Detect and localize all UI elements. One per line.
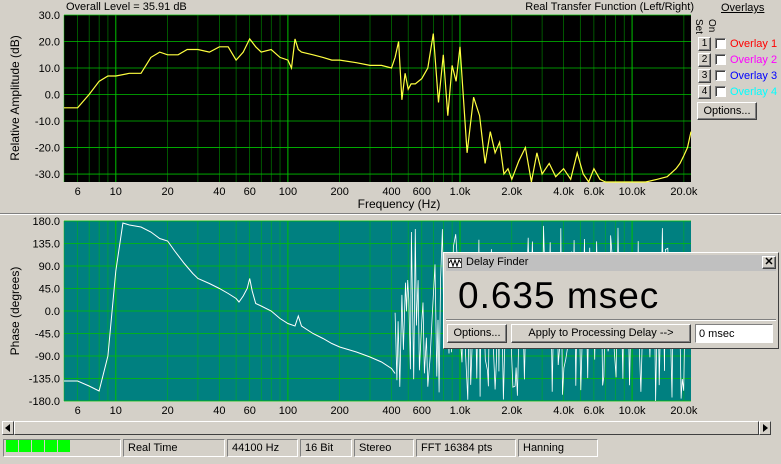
level-meter-segment [19,440,31,452]
overlay-label-1: Overlay 1 [730,38,778,50]
overlay-set-button-3[interactable]: 3 [698,69,711,83]
overlay-on-checkbox-3[interactable] [715,70,726,81]
overlay-set-button-1[interactable]: 1 [698,37,711,51]
phase-y-axis-label: Phase (degrees) [8,267,22,356]
delay-finder-titlebar[interactable]: Delay Finder ✕ [446,255,776,271]
x-tick-label: 6.0k [583,186,604,198]
x-tick-label: 100 [279,186,297,198]
x-tick-label: 1.0k [450,405,471,417]
scroll-left-arrow[interactable] [2,421,14,435]
level-meter-segment [6,440,18,452]
level-meter [3,439,121,457]
apply-to-processing-delay-button[interactable]: Apply to Processing Delay --> [511,324,691,343]
scroll-right-arrow[interactable] [759,421,771,435]
x-tick-label: 400 [382,405,400,417]
amplitude-x-axis-label: Frequency (Hz) [358,197,441,211]
x-tick-label: 10 [110,405,122,417]
x-tick-label: 1.0k [450,186,471,198]
y-tick-label: 180.0 [32,216,60,228]
y-tick-label: 20.0 [39,37,60,49]
status-window: Hanning [518,439,598,457]
y-tick-label: 0.0 [45,306,60,318]
amplitude-y-axis-label: Relative Amplitude (dB) [8,35,22,160]
delay-finder-title: Delay Finder [466,256,529,268]
x-tick-label: 600 [413,405,431,417]
amplitude-plot[interactable]: 30.0 20.0 10.0 0.0 -10.0 -20.0 -30.0 6 10 20 40 60… [0,0,781,215]
y-tick-label: 10.0 [39,63,60,75]
amplitude-plot-area[interactable] [64,15,691,182]
x-tick-label: 40 [213,405,225,417]
x-tick-label: 20 [161,405,173,417]
close-icon[interactable]: ✕ [762,256,776,269]
status-sample-rate: 44100 Hz [227,439,298,457]
y-tick-label: 30.0 [39,10,60,22]
overlay-on-checkbox-1[interactable] [715,38,726,49]
x-tick-label: 100 [279,405,297,417]
delay-finder-window[interactable]: Delay Finder ✕ 0.635 msec Options... App… [443,252,779,349]
y-tick-label: 90.0 [39,261,60,273]
x-tick-label: 4.0k [553,186,574,198]
x-tick-label: 4.0k [553,405,574,417]
overlay-on-checkbox-2[interactable] [715,54,726,65]
scroll-thumb[interactable] [14,421,759,435]
y-tick-label: -20.0 [35,143,60,155]
level-meter-segment [45,440,57,452]
status-bit-depth: 16 Bit [300,439,352,457]
level-meter-segment [32,440,44,452]
overlays-on-label: On [706,19,717,33]
x-tick-label: 10 [110,186,122,198]
x-tick-label: 20 [161,186,173,198]
overlays-options-button[interactable]: Options... [697,102,757,120]
x-tick-label: 200 [331,186,349,198]
x-tick-label: 2.0k [501,186,522,198]
x-tick-label: 60 [244,186,256,198]
overlays-title: Overlays [721,2,765,14]
y-tick-label: -45.0 [35,329,60,341]
y-tick-label: -135.0 [29,374,60,386]
level-meter-segment [58,440,70,452]
x-tick-label: 6 [75,186,81,198]
y-tick-label: 45.0 [39,284,60,296]
overlay-set-button-4[interactable]: 4 [698,85,711,99]
overlays-set-label: Set [693,19,704,35]
x-tick-label: 20.0k [670,186,697,198]
x-tick-label: 6.0k [583,405,604,417]
chevron-left-icon [5,424,10,432]
overlay-label-4: Overlay 4 [730,86,778,98]
y-tick-label: -90.0 [35,351,60,363]
x-tick-label: 200 [331,405,349,417]
x-tick-label: 20.0k [670,405,697,417]
y-tick-label: 135.0 [32,239,60,251]
overlay-on-checkbox-4[interactable] [715,86,726,97]
processing-delay-input[interactable] [695,324,773,343]
x-tick-label: 40 [213,186,225,198]
waveform-icon [448,258,462,268]
overlay-set-button-2[interactable]: 2 [698,53,711,67]
chevron-right-icon [763,424,768,432]
status-fft: FFT 16384 pts [416,439,516,457]
y-tick-label: 0.0 [45,90,60,102]
status-channels: Stereo [354,439,414,457]
overlay-label-3: Overlay 3 [730,70,778,82]
y-tick-label: -180.0 [29,396,60,408]
horizontal-scrollbar[interactable] [2,421,771,435]
delay-options-button[interactable]: Options... [447,324,507,343]
delay-value-display: 0.635 msec [458,275,660,316]
status-mode: Real Time [123,439,225,457]
y-tick-label: -30.0 [35,169,60,181]
x-tick-label: 10.0k [619,186,646,198]
x-tick-label: 10.0k [619,405,646,417]
x-tick-label: 60 [244,405,256,417]
delay-finder-divider [446,319,776,321]
x-tick-label: 2.0k [501,405,522,417]
y-tick-label: -10.0 [35,116,60,128]
overlay-label-2: Overlay 2 [730,54,778,66]
x-tick-label: 6 [75,405,81,417]
